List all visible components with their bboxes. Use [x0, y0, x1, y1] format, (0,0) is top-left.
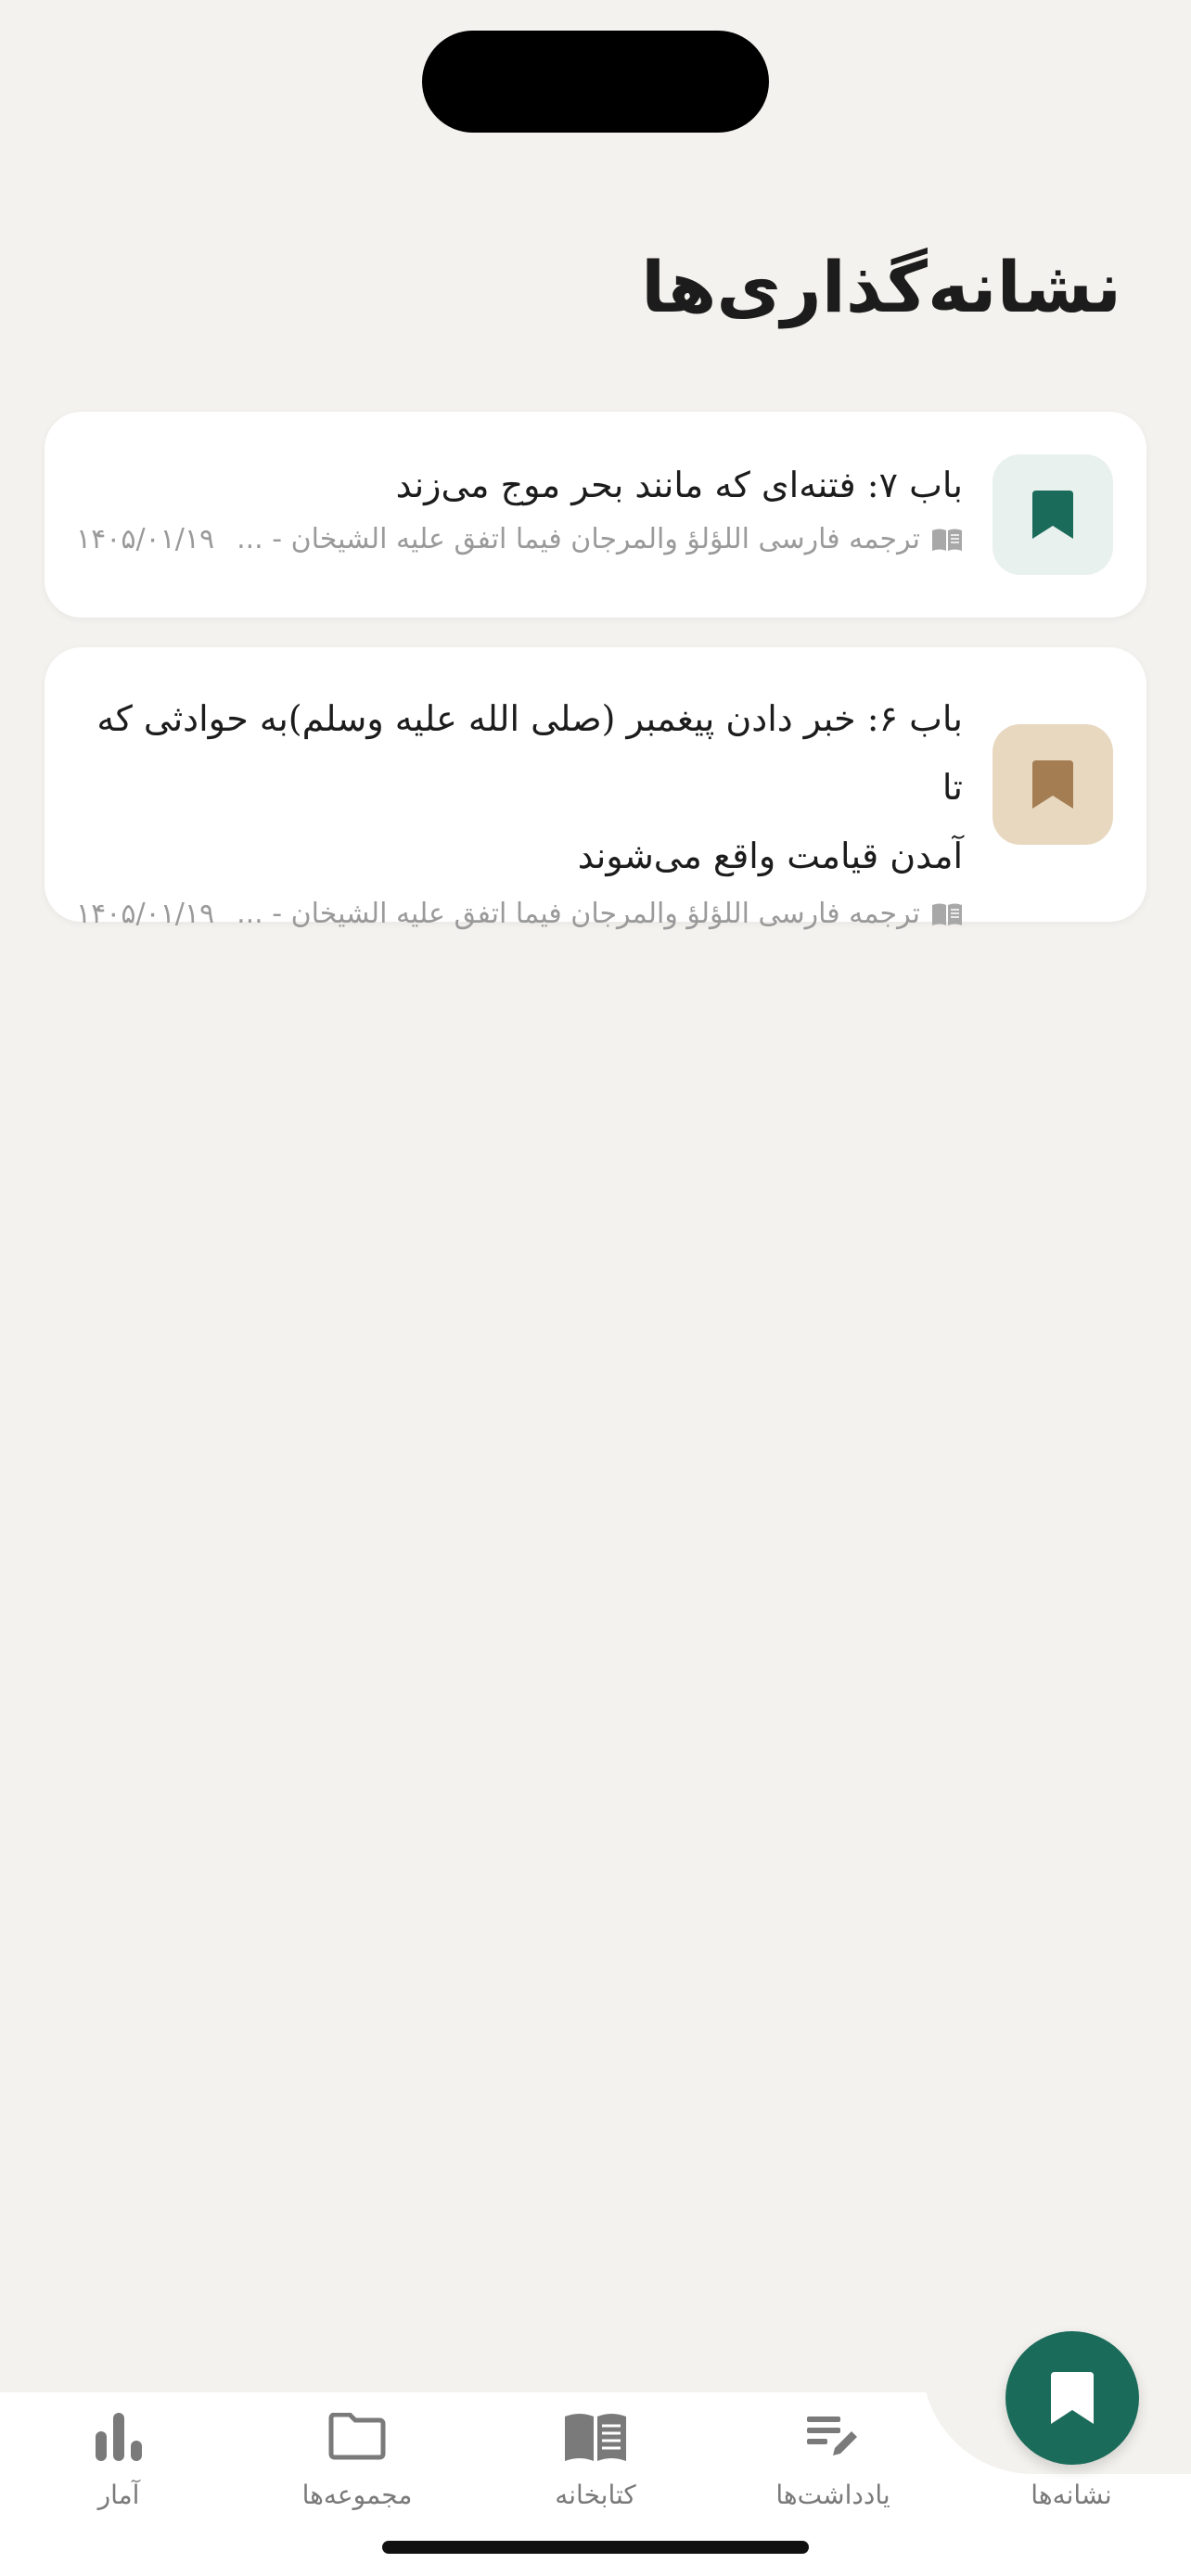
book-open-icon — [565, 2414, 626, 2461]
bookmark-card[interactable]: باب ۶: خبر دادن پیغمبر (صلی الله علیه وس… — [45, 647, 1146, 930]
tab-notes[interactable]: یادداشت‌ها — [731, 2409, 935, 2510]
bookmark-title-line1: باب ۶: خبر دادن پیغمبر (صلی الله علیه وس… — [96, 698, 963, 808]
bookmark-icon-tile — [992, 454, 1113, 575]
bookmarks-fab[interactable] — [1005, 2331, 1139, 2465]
book-icon — [932, 903, 962, 925]
book-icon — [932, 529, 962, 551]
tab-collections[interactable]: مجموعه‌ها — [255, 2409, 459, 2510]
tab-label: آمار — [97, 2480, 140, 2510]
tab-label: یادداشت‌ها — [775, 2480, 890, 2510]
bookmark-date: ۱۴۰۵/۰۱/۱۹ — [76, 523, 215, 555]
bookmark-icon — [1032, 491, 1073, 539]
bookmark-icon — [1032, 760, 1073, 809]
tab-label: مجموعه‌ها — [301, 2480, 413, 2510]
bookmark-title-line2: آمدن قیامت واقع می‌شوند — [577, 835, 963, 876]
bookmark-title: باب ۷: فتنه‌ای که مانند بحر موج می‌زند — [395, 465, 963, 505]
bookmark-card[interactable]: باب ۷: فتنه‌ای که مانند بحر موج می‌زند ت… — [45, 412, 1146, 618]
home-indicator — [382, 2541, 809, 2554]
bookmark-source: ترجمه فارسی اللؤلؤ والمرجان فیما اتفق عل… — [237, 523, 920, 555]
tab-label: کتابخانه — [555, 2480, 636, 2510]
bookmark-source: ترجمه فارسی اللؤلؤ والمرجان فیما اتفق عل… — [237, 898, 920, 930]
bookmark-date: ۱۴۰۵/۰۱/۱۹ — [76, 898, 215, 930]
folder-icon — [328, 2413, 386, 2460]
tab-stats[interactable]: آمار — [17, 2409, 221, 2510]
bookmark-icon-tile — [992, 724, 1113, 845]
tab-library[interactable]: کتابخانه — [493, 2409, 698, 2510]
note-edit-icon — [807, 2417, 857, 2455]
page-title: نشانه‌گذاری‌ها — [641, 246, 1121, 328]
tab-label: نشانه‌ها — [1031, 2480, 1112, 2510]
bookmark-icon — [1051, 2372, 1094, 2424]
bar-chart-icon — [96, 2413, 142, 2461]
dynamic-island — [422, 31, 769, 133]
